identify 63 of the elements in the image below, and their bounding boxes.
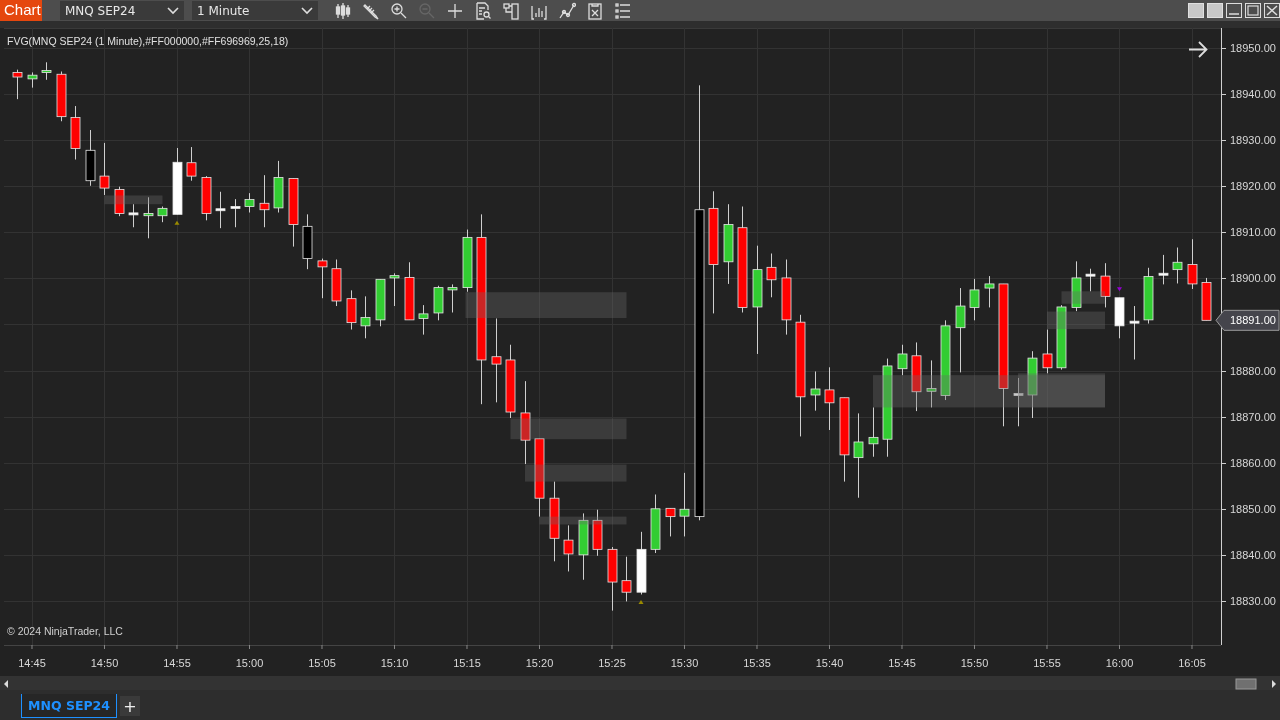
time-axis-label: 15:55 <box>1033 657 1061 669</box>
chevron-down-icon[interactable] <box>301 6 313 15</box>
time-axis-label: 15:35 <box>743 657 771 669</box>
time-axis-label: 15:00 <box>235 657 264 669</box>
minimize-button[interactable] <box>1226 3 1242 18</box>
window-tile-button[interactable] <box>1188 3 1204 18</box>
time-axis-label: 15:45 <box>888 657 916 669</box>
triangle-marker <box>1117 287 1122 292</box>
price-axis-label: 18940.00 <box>1230 88 1276 101</box>
time-axis-label: 15:20 <box>525 657 554 669</box>
time-axis-label: 14:45 <box>18 657 46 669</box>
price-axis-label: 18880.00 <box>1230 364 1276 377</box>
interval-dropdown[interactable]: 1 Minute <box>192 1 318 20</box>
price-axis-label: 18830.00 <box>1230 594 1276 607</box>
time-axis-label: 14:50 <box>90 657 119 669</box>
list-icon[interactable] <box>614 1 632 20</box>
clipboard-icon[interactable] <box>586 1 604 20</box>
panel-icon[interactable] <box>502 1 520 20</box>
copyright-text: © 2024 NinjaTrader, LLC <box>7 625 123 637</box>
price-axis-label: 18950.00 <box>1230 42 1276 54</box>
time-axis-label: 15:25 <box>598 657 626 669</box>
scroll-right-icon[interactable] <box>1272 680 1276 688</box>
window-tile-button[interactable] <box>1207 3 1223 18</box>
scroll-left-icon[interactable] <box>4 680 8 688</box>
instrument-dropdown[interactable]: MNQ SEP24 <box>60 1 184 20</box>
arrow-right-icon[interactable] <box>1188 41 1208 58</box>
time-axis-label: 14:55 <box>163 657 191 669</box>
window-title: Chart <box>0 0 42 21</box>
time-axis-label: 15:40 <box>815 657 844 669</box>
document-search-icon[interactable] <box>474 1 492 20</box>
chart-tab[interactable]: MNQ SEP24 <box>21 694 117 718</box>
price-tag-background <box>1215 309 1280 331</box>
new-tab-button[interactable]: + <box>120 696 140 716</box>
price-axis-label: 18840.00 <box>1230 548 1276 561</box>
crosshair-icon[interactable] <box>446 1 464 20</box>
maximize-button[interactable] <box>1245 3 1261 18</box>
time-axis-label: 16:00 <box>1105 657 1134 669</box>
time-axis-label: 15:50 <box>960 657 989 669</box>
gap-zone <box>1047 311 1105 330</box>
price-axis-label: 18850.00 <box>1230 502 1276 515</box>
time-axis-label: 15:30 <box>670 657 699 669</box>
line-chart-icon[interactable] <box>558 1 576 20</box>
time-axis-label: 15:15 <box>453 657 481 669</box>
time-axis-label: 15:10 <box>380 657 409 669</box>
candlestick-icon[interactable] <box>334 1 352 20</box>
indicator-label: FVG(MNQ SEP24 (1 Minute),#FF000000,#FF696969,25,18) <box>7 35 289 47</box>
gap-zone <box>104 195 163 205</box>
close-button[interactable] <box>1264 3 1280 18</box>
time-axis-label: 16:05 <box>1178 657 1206 669</box>
triangle-marker <box>174 220 180 225</box>
current-price-label: 18891.00 <box>1230 314 1276 327</box>
price-axis-label: 18860.00 <box>1230 456 1276 469</box>
price-axis-label: 18900.00 <box>1230 272 1276 285</box>
gap-zone <box>1061 291 1105 304</box>
zoom-in-icon[interactable] <box>390 1 408 20</box>
price-axis-label: 18870.00 <box>1230 410 1276 423</box>
price-axis-label: 18930.00 <box>1230 134 1276 147</box>
triangle-marker <box>638 599 644 604</box>
chevron-down-icon[interactable] <box>167 6 179 15</box>
scroll-thumb[interactable] <box>1235 678 1257 690</box>
time-axis-label: 15:05 <box>308 657 336 669</box>
price-axis-label: 18910.00 <box>1230 226 1276 239</box>
price-axis-label: 18920.00 <box>1230 180 1276 193</box>
